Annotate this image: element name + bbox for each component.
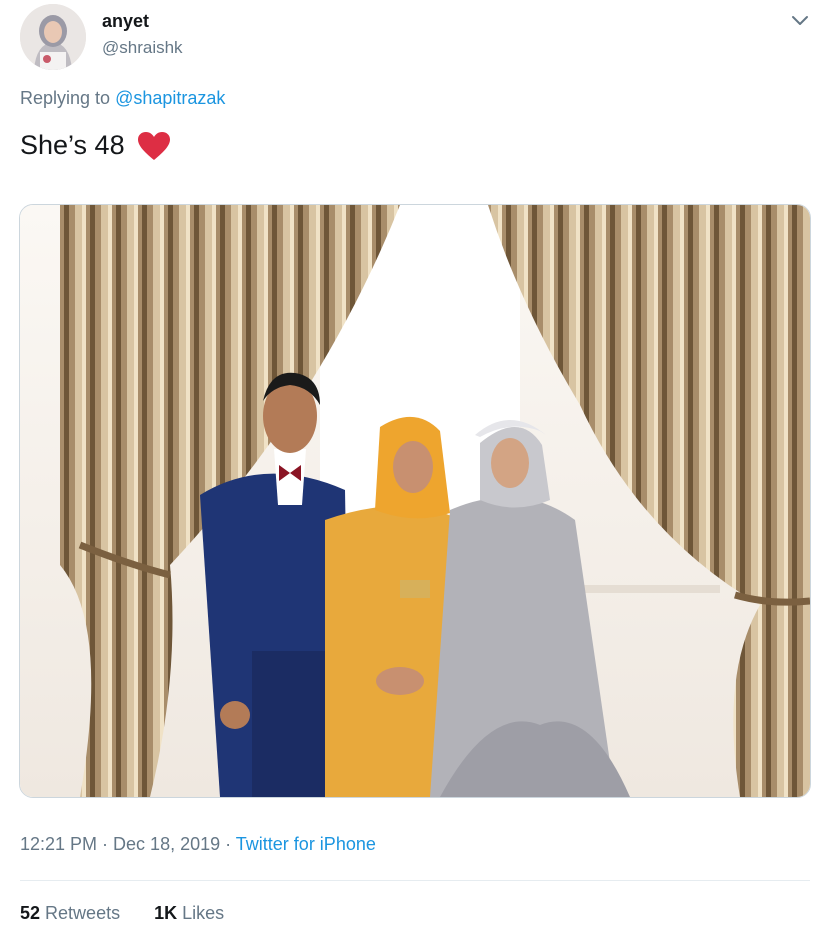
meta-separator: ·	[220, 834, 236, 854]
tweet-text: She’s 48	[20, 130, 171, 161]
heart-icon	[137, 131, 170, 160]
avatar[interactable]	[20, 4, 86, 70]
meta-separator: ·	[97, 834, 114, 854]
replying-to-label: Replying to	[20, 88, 116, 108]
chevron-down-icon[interactable]	[788, 8, 812, 32]
mention-link[interactable]: @shapitrazak	[115, 88, 225, 108]
divider	[20, 880, 810, 881]
user-handle[interactable]: @shraishk	[102, 38, 183, 58]
replying-to: Replying to @shapitrazak	[20, 88, 225, 109]
likes-count: 1K	[154, 903, 178, 923]
tweet-stats: 52 Retweets 1K Likes	[20, 903, 224, 924]
likes-label: Likes	[182, 903, 225, 923]
tweet-body: She’s 48	[20, 130, 125, 160]
tweet-time[interactable]: 12:21 PM	[20, 834, 97, 854]
avatar-image	[20, 4, 86, 70]
likes-stat[interactable]: 1K Likes	[154, 903, 224, 923]
display-name[interactable]: anyet	[102, 11, 149, 32]
tweet-date[interactable]: Dec 18, 2019	[113, 834, 220, 854]
retweets-count: 52	[20, 903, 41, 923]
tweet-source-link[interactable]: Twitter for iPhone	[236, 834, 376, 854]
media-photo[interactable]	[19, 204, 811, 798]
photo-image	[20, 205, 810, 797]
retweets-label: Retweets	[45, 903, 121, 923]
tweet-meta: 12:21 PM · Dec 18, 2019 · Twitter for iP…	[20, 834, 376, 855]
retweets-stat[interactable]: 52 Retweets	[20, 903, 120, 923]
